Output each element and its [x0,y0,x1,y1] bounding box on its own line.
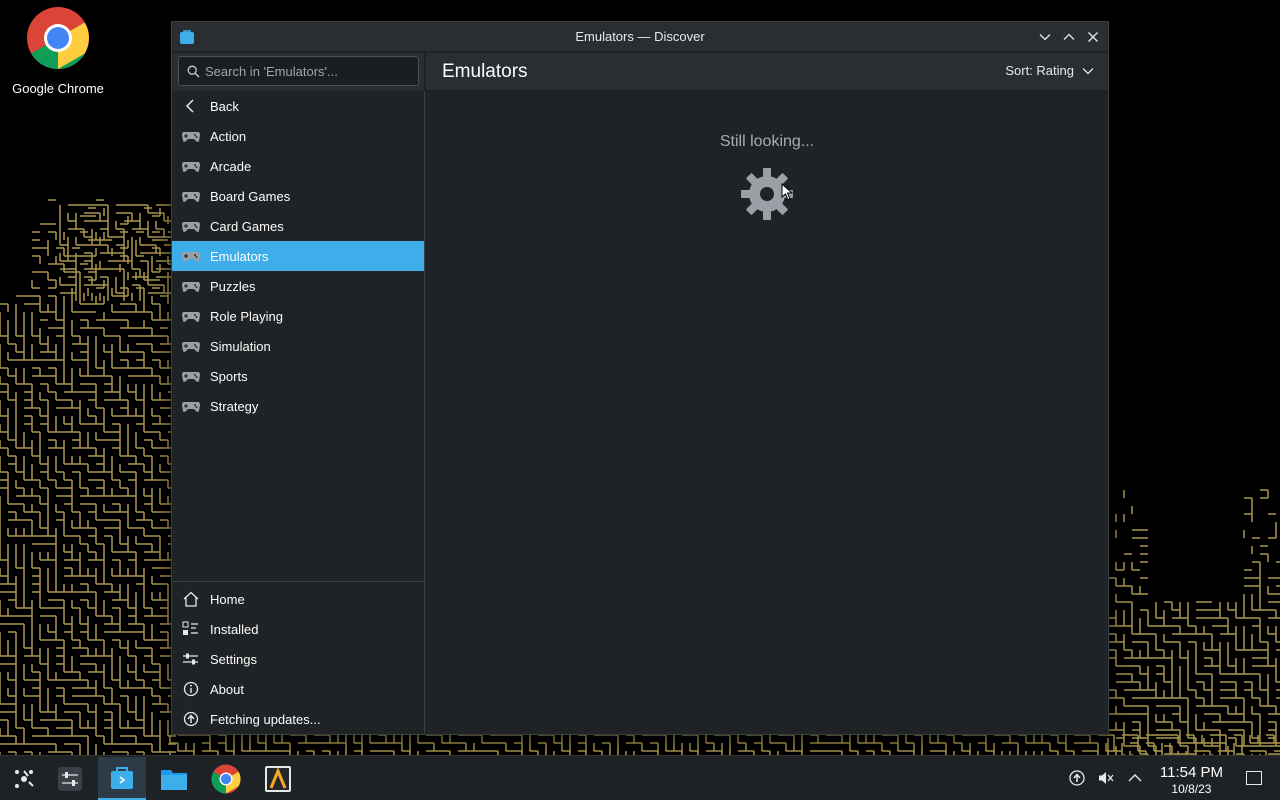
gamepad-icon [182,132,200,142]
minimize-button[interactable] [1036,28,1054,46]
sidebar-item-label: Arcade [210,158,252,174]
sidebar-item-label: Fetching updates... [210,711,321,727]
sidebar-item-category[interactable]: Simulation [172,331,424,361]
search-input[interactable]: Search in 'Emulators'... [178,56,419,86]
settings-sliders-icon [183,653,198,665]
gamepad-icon [182,342,200,352]
discover-window: Emulators — Discover Search in 'Emulator… [171,21,1109,735]
sidebar-item-category[interactable]: Strategy [172,391,424,421]
home-icon [183,591,199,607]
show-desktop-button[interactable] [1246,771,1262,785]
content-area: Still looking... [426,91,1108,734]
mouse-cursor-icon [781,183,793,201]
clock[interactable]: 11:54 PM 10/8/23 [1160,764,1223,796]
sidebar-item-label: Sports [210,368,248,384]
category-list: Action Arcade Board Games Card Games Emulato… [172,121,424,421]
desktop-icon-label: Google Chrome [12,81,104,96]
page-title: Emulators [442,61,528,82]
taskbar-file-manager[interactable] [150,757,198,800]
sidebar-item-category[interactable]: Sports [172,361,424,391]
chevron-up-icon[interactable] [1127,770,1143,786]
clock-date: 10/8/23 [1171,782,1212,796]
taskbar-chrome[interactable] [202,757,250,800]
sidebar-item-home[interactable]: Home [172,584,424,614]
application-launcher-button[interactable] [0,757,48,800]
page-header: Emulators Sort: Rating [426,53,1108,91]
taskbar-discover[interactable] [98,757,146,800]
sidebar-item-category[interactable]: Board Games [172,181,424,211]
window-title: Emulators — Discover [575,29,705,44]
search-placeholder: Search in 'Emulators'... [205,63,338,79]
sidebar-item-about[interactable]: About [172,674,424,704]
sidebar-item-label: About [210,681,244,697]
sidebar-item-label: Puzzles [210,278,256,294]
gamepad-icon [182,162,200,172]
sort-dropdown[interactable]: Sort: Rating [1005,63,1094,78]
back-arrow-icon [185,99,194,113]
update-tray-icon[interactable] [1069,770,1085,786]
gamepad-icon [182,312,200,322]
search-toolbar: Search in 'Emulators'... [172,53,425,91]
taskbar: 11:54 PM 10/8/23 [0,755,1280,800]
sidebar-item-label: Emulators [210,248,269,264]
sidebar-bottom-nav: Home Installed Settings About Fetching u… [172,581,424,734]
sidebar-item-category[interactable]: Role Playing [172,301,424,331]
steam-deck-icon [265,765,291,792]
sidebar-item-category[interactable]: Emulators [172,241,424,271]
info-icon [183,681,199,697]
chrome-icon [27,7,89,69]
sidebar-item-settings[interactable]: Settings [172,644,424,674]
maximize-button[interactable] [1060,28,1078,46]
sidebar-item-category[interactable]: Card Games [172,211,424,241]
sidebar-item-label: Settings [210,651,257,667]
sidebar-item-label: Action [210,128,247,144]
update-arrow-icon [183,711,199,727]
search-icon [187,65,200,78]
close-icon [1088,32,1098,42]
gamepad-icon [182,282,200,292]
sidebar-item-label: Strategy [210,398,259,414]
sort-label: Sort: Rating [1005,63,1074,78]
sidebar-item-label: Board Games [210,188,291,204]
chevron-down-icon [1082,67,1094,74]
sidebar-item-category[interactable]: Action [172,121,424,151]
sidebar-back-button[interactable]: Back [172,91,424,121]
title-bar[interactable]: Emulators — Discover [172,22,1108,52]
gamepad-icon [182,372,200,382]
chrome-icon [211,763,241,794]
sidebar-item-category[interactable]: Puzzles [172,271,424,301]
sidebar-item-installed[interactable]: Installed [172,614,424,644]
gamepad-icon [182,192,200,202]
sidebar-item-label: Installed [210,621,259,637]
gamepad-icon [182,252,200,262]
sidebar-item-label: Back [210,98,239,114]
discover-icon [111,766,133,789]
sidebar-item-updates[interactable]: Fetching updates... [172,704,424,734]
installed-icon [182,621,198,635]
sidebar-item-category[interactable]: Arcade [172,151,424,181]
sidebar-item-label: Simulation [210,338,271,354]
gamepad-icon [182,222,200,232]
sidebar-item-label: Home [210,591,245,607]
gamepad-icon [182,402,200,412]
volume-muted-icon[interactable] [1098,770,1114,786]
chevron-up-icon [1063,33,1075,40]
loading-status-text: Still looking... [719,133,815,150]
close-button[interactable] [1084,28,1102,46]
app-launcher-icon [15,769,34,788]
sidebar-item-label: Role Playing [210,308,283,324]
desktop-icon-chrome[interactable]: Google Chrome [8,6,108,96]
taskbar-system-settings[interactable] [46,757,94,800]
system-settings-icon [58,766,82,791]
sidebar: Back Action Arcade Board Games Card Games Em… [172,91,425,734]
sidebar-item-label: Card Games [210,218,284,234]
clock-time: 11:54 PM [1159,764,1223,781]
file-manager-icon [161,769,187,790]
chevron-down-icon [1039,34,1051,41]
taskbar-steam-deck[interactable] [254,757,302,800]
